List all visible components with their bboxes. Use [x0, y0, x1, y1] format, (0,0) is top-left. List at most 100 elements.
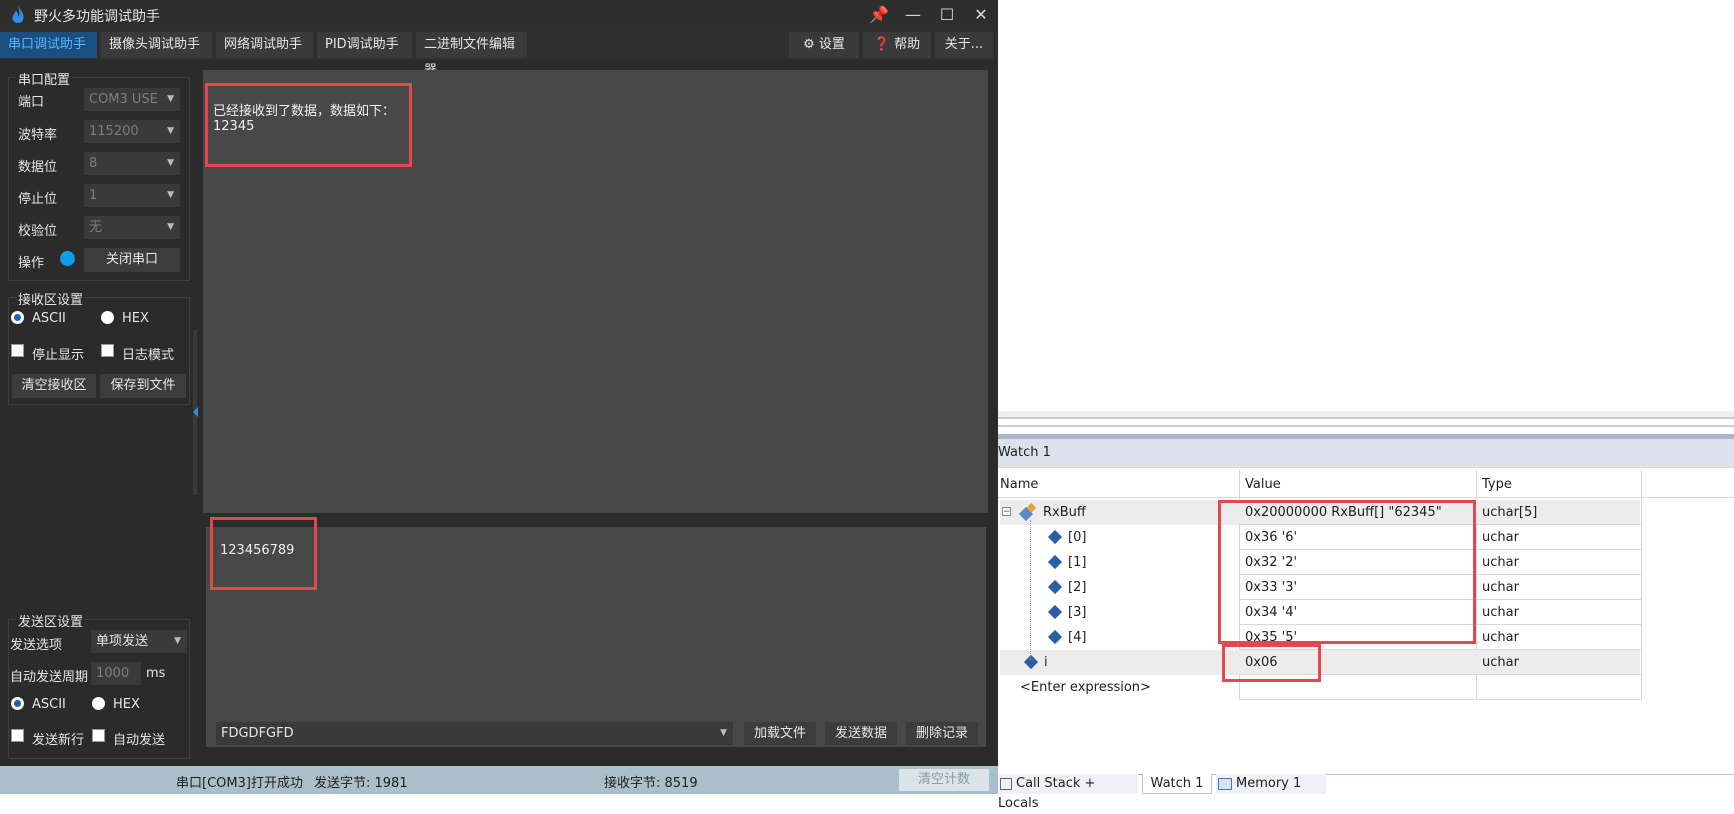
pane-divider-line2 — [998, 425, 1734, 427]
header-top-border — [998, 467, 1734, 468]
gear-icon: ⚙ — [803, 37, 815, 52]
databits-label: 数据位 — [18, 160, 58, 175]
tab-call-stack[interactable]: Call Stack + Locals — [998, 774, 1138, 811]
send-newline-checkbox[interactable] — [11, 729, 24, 742]
delete-record-button[interactable]: 删除记录 — [906, 722, 978, 745]
column-divider — [1641, 470, 1642, 700]
row-name: [0] — [1068, 530, 1087, 545]
column-header-value[interactable]: Value — [1245, 472, 1475, 498]
send-ascii-radio[interactable] — [11, 697, 24, 710]
auto-send-period-input[interactable]: 1000 — [91, 662, 141, 685]
recv-hex-label: HEX — [122, 311, 149, 326]
send-option-select[interactable]: 单项发送 ▼ — [91, 630, 187, 653]
row-type: uchar — [1482, 630, 1519, 645]
tab-serial-assistant[interactable]: 串口调试助手 — [0, 32, 97, 58]
send-area[interactable] — [206, 527, 986, 747]
tab-memory-1-label: Memory 1 — [1236, 776, 1302, 791]
parity-label: 校验位 — [18, 224, 58, 239]
auto-send-checkbox[interactable] — [92, 729, 105, 742]
receive-highlight-box — [205, 83, 412, 167]
databits-select[interactable]: 8 ▼ — [84, 152, 180, 175]
stopbits-label: 停止位 — [18, 192, 58, 207]
load-file-button[interactable]: 加载文件 — [744, 722, 816, 745]
row-type: uchar[5] — [1482, 505, 1538, 520]
settings-label: 设置 — [818, 37, 845, 52]
port-status-text: 串口[COM3]打开成功 — [176, 776, 303, 791]
chevron-down-icon: ▼ — [167, 158, 174, 168]
row-type: uchar — [1482, 605, 1519, 620]
close-window-button[interactable]: ✕ — [964, 0, 998, 30]
clear-count-button[interactable]: 清空计数 — [899, 769, 989, 791]
close-port-button[interactable]: 关闭串口 — [84, 248, 180, 272]
tab-network-assistant[interactable]: 网络调试助手 — [216, 32, 313, 58]
parity-select[interactable]: 无 ▼ — [84, 216, 180, 239]
send-data-button[interactable]: 发送数据 — [825, 722, 897, 745]
port-value: COM3 USE — [89, 92, 158, 107]
stop-display-checkbox[interactable] — [11, 344, 24, 357]
recv-ascii-radio[interactable] — [11, 311, 24, 324]
port-label: 端口 — [18, 95, 45, 110]
row-divider — [1239, 699, 1642, 700]
stopbits-value: 1 — [89, 188, 98, 203]
chevron-down-icon: ▼ — [167, 190, 174, 200]
tab-pid-assistant[interactable]: PID调试助手 — [317, 32, 412, 58]
log-mode-checkbox[interactable] — [101, 344, 114, 357]
recv-hex-radio[interactable] — [101, 311, 114, 324]
recv-ascii-label: ASCII — [32, 311, 66, 326]
chevron-down-icon: ▼ — [167, 126, 174, 136]
clear-receive-button[interactable]: 清空接收区 — [12, 374, 96, 398]
parity-value: 无 — [89, 220, 103, 235]
enter-expression[interactable]: <Enter expression> — [1020, 675, 1151, 700]
app-title: 野火多功能调试助手 — [34, 9, 160, 25]
tab-binary-editor[interactable]: 二进制文件编辑器 — [416, 32, 527, 78]
member-icon — [1047, 604, 1063, 620]
send-history-select[interactable]: FDGDFGFD ▼ — [216, 722, 733, 745]
period-unit-label: ms — [146, 666, 166, 681]
recv-settings-title: 接收区设置 — [16, 289, 86, 308]
port-status-indicator — [60, 251, 75, 266]
member-icon — [1047, 629, 1063, 645]
stopbits-select[interactable]: 1 ▼ — [84, 184, 180, 207]
collapse-toggle-icon[interactable]: − — [1002, 507, 1011, 517]
row-type: uchar — [1482, 530, 1519, 545]
member-icon — [1047, 579, 1063, 595]
call-stack-icon — [1000, 777, 1012, 790]
row-name: [2] — [1068, 580, 1087, 595]
variable-icon — [1023, 654, 1039, 670]
port-select[interactable]: COM3 USE ▼ — [84, 88, 180, 111]
help-icon: ❓ — [873, 37, 891, 52]
minimize-button[interactable]: — — [896, 0, 930, 30]
row-name: RxBuff — [1043, 505, 1086, 520]
column-header-name[interactable]: Name — [1000, 472, 1238, 498]
send-history-value: FDGDFGFD — [221, 726, 294, 741]
tab-memory-1[interactable]: Memory 1 — [1216, 774, 1326, 794]
baud-select[interactable]: 115200 ▼ — [84, 120, 180, 143]
send-option-label: 发送选项 — [10, 638, 63, 653]
row-name: [3] — [1068, 605, 1087, 620]
stop-display-label: 停止显示 — [32, 348, 85, 363]
about-button[interactable]: 关于... — [935, 32, 993, 58]
pin-button[interactable]: 📌 — [862, 0, 896, 30]
baud-label: 波特率 — [18, 128, 58, 143]
send-hex-radio[interactable] — [92, 697, 105, 710]
maximize-button[interactable]: ☐ — [930, 0, 964, 30]
send-settings-title: 发送区设置 — [16, 611, 86, 630]
member-icon — [1047, 554, 1063, 570]
chevron-down-icon: ▼ — [720, 728, 727, 738]
help-button[interactable]: ❓ 帮助 — [863, 32, 931, 58]
array-icon — [1018, 503, 1037, 521]
operation-label: 操作 — [18, 256, 45, 271]
column-header-type[interactable]: Type — [1482, 472, 1642, 498]
tree-line — [1030, 520, 1031, 660]
auto-send-period-label: 自动发送周期 — [10, 670, 89, 685]
row-name: i — [1044, 655, 1048, 670]
settings-button[interactable]: ⚙ 设置 — [789, 32, 859, 58]
save-to-file-button[interactable]: 保存到文件 — [100, 374, 186, 398]
status-bar: 串口[COM3]打开成功 发送字节: 1981 接收字节: 8519 清空计数 — [0, 766, 998, 794]
serial-config-title: 串口配置 — [16, 69, 73, 88]
collapse-arrow-icon[interactable] — [193, 407, 198, 417]
tab-camera-assistant[interactable]: 摄像头调试助手 — [101, 32, 212, 58]
send-newline-label: 发送新行 — [32, 733, 85, 748]
tab-watch-1[interactable]: Watch 1 — [1142, 774, 1212, 794]
send-option-value: 单项发送 — [96, 634, 149, 649]
